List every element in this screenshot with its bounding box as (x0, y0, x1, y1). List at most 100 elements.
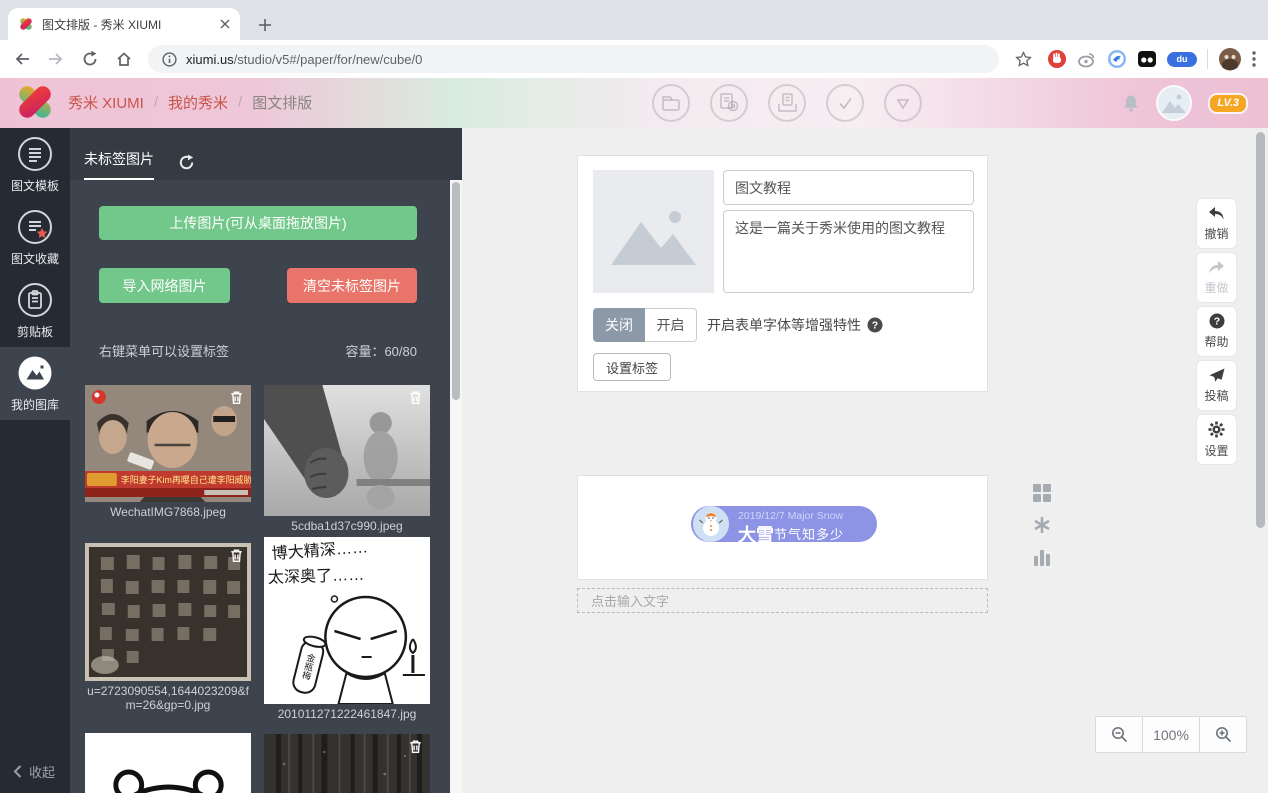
thumbnail-fist-photo[interactable] (264, 385, 430, 516)
canvas-scrollbar-thumb[interactable] (1256, 132, 1265, 528)
check-icon[interactable] (826, 84, 864, 122)
home-button[interactable] (110, 45, 138, 73)
toolbar-divider (1207, 49, 1208, 69)
editor-canvas: 这是一篇关于秀米使用的图文教程 关闭 开启 开启表单字体等增强特性 ? 设置标签 (462, 128, 1268, 793)
cover-image-placeholder[interactable] (593, 170, 714, 293)
xiumi-logo-icon[interactable] (14, 81, 56, 123)
sidebar-item-label: 我的图库 (11, 396, 59, 413)
site-info-icon[interactable] (162, 52, 177, 67)
download-triangle-icon[interactable] (884, 84, 922, 122)
capacity-value: 60/80 (384, 344, 417, 359)
baidu-extension-icon[interactable]: du (1167, 52, 1197, 67)
bookmark-star-icon[interactable] (1009, 45, 1037, 73)
image-filename: WechatIMG7868.jpeg (85, 505, 251, 519)
new-tab-button[interactable] (252, 12, 278, 38)
article-meta-card: 这是一篇关于秀米使用的图文教程 关闭 开启 开启表单字体等增强特性 ? 设置标签 (577, 155, 988, 392)
zoom-controls: 100% (1095, 716, 1247, 753)
panel-scrollbar[interactable] (450, 180, 462, 793)
delete-image-icon[interactable] (228, 389, 245, 406)
submit-label: 投稿 (1204, 387, 1228, 404)
url-bar[interactable]: xiumi.us/studio/v5#/paper/for/new/cube/0 (148, 45, 999, 73)
breadcrumb-my-xiumi-link[interactable]: 我的秀米 (168, 92, 228, 113)
snowflake-icon[interactable] (1033, 516, 1051, 534)
sidebar-item-templates[interactable]: 图文模板 (0, 128, 70, 201)
help-question-icon[interactable]: ? (867, 317, 883, 333)
url-path: /studio/v5#/paper/for/new/cube/0 (234, 52, 423, 67)
export-doc-icon[interactable] (768, 84, 806, 122)
image-filename: 201011271222461847.jpg (264, 707, 430, 721)
delete-image-icon[interactable] (407, 738, 424, 755)
template-save-icon[interactable] (710, 84, 748, 122)
bluebird-extension-icon[interactable] (1107, 49, 1127, 69)
zoom-out-button[interactable] (1095, 716, 1142, 753)
right-toolbar: 撤销 重做 ? 帮助 投稿 设置 (1196, 198, 1237, 465)
thumbnail-stone-rubbing[interactable] (85, 543, 251, 681)
submit-button[interactable]: 投稿 (1196, 360, 1237, 411)
forward-button[interactable] (42, 45, 70, 73)
delete-image-icon[interactable] (228, 547, 245, 564)
set-tags-button[interactable]: 设置标签 (593, 353, 671, 381)
sidebar-item-label: 图文模板 (11, 177, 59, 194)
notification-bell-icon[interactable] (1122, 94, 1140, 113)
sidebar-item-clipboard[interactable]: 剪贴板 (0, 274, 70, 347)
toggle-on-button[interactable]: 开启 (645, 308, 697, 342)
tab-untagged-images[interactable]: 未标签图片 (84, 149, 154, 180)
article-title-input[interactable] (723, 170, 974, 205)
level-badge[interactable]: LV.3 (1208, 93, 1248, 114)
bar-chart-icon[interactable] (1033, 548, 1051, 566)
snow-banner[interactable]: 2019/12/7 Major Snow 大雪节气知多少 (691, 506, 877, 542)
text-input-placeholder[interactable]: 点击输入文字 (577, 588, 988, 613)
browser-menu-icon[interactable] (1252, 51, 1256, 67)
zoom-in-button[interactable] (1200, 716, 1247, 753)
panel-scrollbar-thumb[interactable] (452, 182, 460, 400)
redo-label: 重做 (1204, 279, 1228, 296)
image-grid: 李阳妻子Kim再曝自己遭李阳威胁 WechatIMG7868.jpeg (85, 385, 430, 793)
help-button[interactable]: ? 帮助 (1196, 306, 1237, 357)
sidebar-item-label: 剪贴板 (17, 323, 53, 340)
toggle-off-button[interactable]: 关闭 (593, 308, 645, 342)
section-tool-icons (1033, 484, 1051, 566)
undo-button[interactable]: 撤销 (1196, 198, 1237, 249)
zoom-level: 100% (1142, 716, 1200, 753)
url-host: xiumi.us (186, 52, 234, 67)
import-web-images-button[interactable]: 导入网络图片 (99, 268, 230, 303)
svg-text:?: ? (1213, 316, 1219, 328)
thumbnail-comic[interactable]: 博大精深…… 太深奥了…… 金瓶梅 (264, 537, 430, 704)
settings-button[interactable]: 设置 (1196, 414, 1237, 465)
help-label: 帮助 (1204, 333, 1228, 350)
breadcrumb-brand-link[interactable]: 秀米 XIUMI (68, 92, 144, 113)
reload-button[interactable] (76, 45, 104, 73)
weibo-extension-icon[interactable] (1077, 49, 1097, 69)
image-filename: u=2723090554,1644023209&fm=26&gp=0.jpg (85, 684, 251, 712)
collapse-button[interactable]: 收起 (13, 762, 55, 781)
panda-extension-icon[interactable] (1137, 49, 1157, 69)
grid-layout-icon[interactable] (1033, 484, 1051, 502)
thumbnail-news-photo[interactable]: 李阳妻子Kim再曝自己遭李阳威胁 (85, 385, 251, 502)
url-text[interactable]: xiumi.us/studio/v5#/paper/for/new/cube/0 (186, 52, 422, 67)
content-section-card[interactable]: 2019/12/7 Major Snow 大雪节气知多少 (577, 475, 988, 580)
browser-profile-avatar[interactable] (1218, 47, 1242, 71)
upload-images-button[interactable]: 上传图片(可从桌面拖放图片) (99, 206, 417, 240)
browser-toolbar: xiumi.us/studio/v5#/paper/for/new/cube/0… (0, 40, 1268, 78)
refresh-icon[interactable] (178, 154, 195, 180)
toggle-hint-text: 开启表单字体等增强特性 (707, 315, 861, 335)
svg-text:太深奥了……: 太深奥了…… (268, 566, 365, 587)
settings-label: 设置 (1204, 442, 1228, 459)
sidebar-item-favorites[interactable]: 图文收藏 (0, 201, 70, 274)
tab-title: 图文排版 - 秀米 XIUMI (42, 16, 212, 33)
undo-label: 撤销 (1204, 225, 1228, 242)
article-summary-textarea[interactable]: 这是一篇关于秀米使用的图文教程 (723, 210, 974, 293)
tab-close-icon[interactable] (220, 19, 230, 29)
user-avatar[interactable] (1156, 85, 1192, 121)
thumbnail-bear-meme[interactable] (85, 733, 251, 793)
clear-untagged-button[interactable]: 清空未标签图片 (287, 268, 417, 303)
folder-icon[interactable] (652, 84, 690, 122)
back-button[interactable] (8, 45, 36, 73)
redo-button[interactable]: 重做 (1196, 252, 1237, 303)
browser-tab[interactable]: 图文排版 - 秀米 XIUMI (8, 8, 240, 40)
panel-header: 未标签图片 (70, 128, 462, 180)
adblock-extension-icon[interactable] (1047, 49, 1067, 69)
delete-image-icon[interactable] (407, 389, 424, 406)
sidebar-item-my-gallery[interactable]: 我的图库 (0, 347, 70, 420)
thumbnail-forest-photo[interactable] (264, 734, 430, 793)
